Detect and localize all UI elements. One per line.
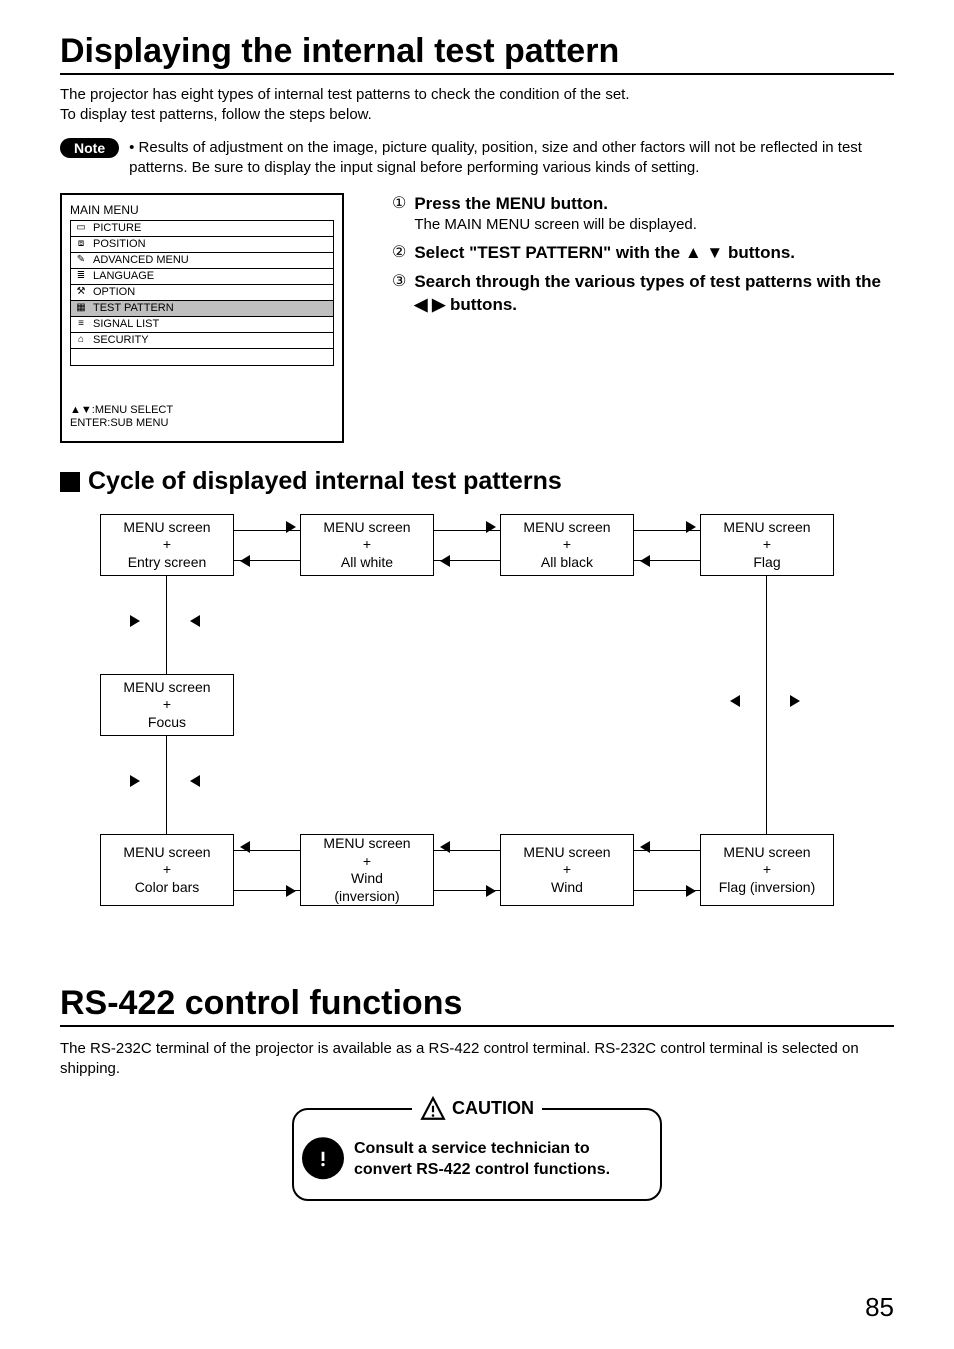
osd-item-position: ⧈ POSITION — [71, 237, 333, 253]
up-triangle-icon: ▲ — [685, 243, 702, 262]
osd-item-label: SECURITY — [93, 334, 149, 346]
caution-box: CAUTION Consult a service technician to … — [292, 1108, 662, 1201]
step-number-icon: ② — [392, 242, 406, 265]
right-arrow-icon — [686, 520, 696, 536]
right-arrow-icon — [130, 774, 140, 790]
cycle-cell-entry: MENU screen+Entry screen — [100, 514, 234, 576]
osd-menu-title: MAIN MENU — [70, 203, 334, 217]
osd-item-security: ⌂ SECURITY — [71, 333, 333, 349]
left-arrow-icon — [640, 554, 650, 570]
osd-menu-box: MAIN MENU ▭ PICTURE ⧈ POSITION ✎ ADVANCED M… — [60, 193, 344, 444]
note-label: Note — [60, 138, 119, 158]
caution-body-text: Consult a service technician to convert … — [354, 1140, 610, 1179]
osd-footer-1: ▲▼:MENU SELECT — [70, 404, 173, 416]
advanced-icon: ✎ — [75, 254, 87, 266]
caution-label: CAUTION — [412, 1096, 542, 1122]
left-arrow-icon — [190, 614, 200, 630]
left-arrow-icon — [440, 554, 450, 570]
cycle-cell-windinv: MENU screen+Wind(inversion) — [300, 834, 434, 906]
osd-menu-footer: ▲▼:MENU SELECT ENTER:SUB MENU — [70, 404, 334, 432]
left-arrow-icon — [730, 694, 740, 710]
osd-item-language: ≣ LANGUAGE — [71, 269, 333, 285]
right-arrow-icon — [130, 614, 140, 630]
page-title-1: Displaying the internal test pattern — [60, 32, 894, 75]
cycle-diagram: MENU screen+Entry screen MENU screen+All… — [100, 514, 860, 944]
security-icon: ⌂ — [75, 334, 87, 346]
step-1: ① Press the MENU button. The MAIN MENU s… — [392, 193, 894, 236]
left-arrow-icon — [640, 840, 650, 856]
step3-a: Search through the various types of test… — [414, 272, 881, 291]
h2-text: Cycle of displayed internal test pattern… — [88, 467, 562, 496]
step1-title: Press the MENU button. — [414, 194, 608, 213]
step1-sub: The MAIN MENU screen will be displayed. — [414, 215, 697, 235]
page-number: 85 — [865, 1292, 894, 1323]
square-bullet-icon — [60, 472, 80, 492]
caution-label-text: CAUTION — [452, 1096, 534, 1120]
left-arrow-icon — [240, 554, 250, 570]
rs-intro-text: The RS-232C terminal of the projector is… — [60, 1039, 894, 1080]
step-3: ③ Search through the various types of te… — [392, 271, 894, 317]
cycle-cell-flag: MENU screen+Flag — [700, 514, 834, 576]
intro-line1: The projector has eight types of interna… — [60, 86, 630, 103]
step2-a: Select "TEST PATTERN" with the — [414, 243, 685, 262]
step-number-icon: ③ — [392, 271, 406, 317]
cycle-cell-focus: MENU screen+Focus — [100, 674, 234, 736]
osd-item-label: TEST PATTERN — [93, 302, 174, 314]
steps-list: ① Press the MENU button. The MAIN MENU s… — [392, 193, 894, 323]
note-body: • Results of adjustment on the image, pi… — [129, 138, 894, 179]
position-icon: ⧈ — [75, 238, 87, 250]
exclamation-circle-icon — [302, 1137, 344, 1179]
left-arrow-icon — [440, 840, 450, 856]
osd-item-signallist: ≡ SIGNAL LIST — [71, 317, 333, 333]
right-arrow-icon — [486, 520, 496, 536]
osd-item-blank — [71, 349, 333, 365]
step-2: ② Select "TEST PATTERN" with the ▲ ▼ but… — [392, 242, 894, 265]
step2-b: buttons. — [728, 243, 795, 262]
osd-item-label: POSITION — [93, 238, 146, 250]
osd-footer-2: ENTER:SUB MENU — [70, 417, 168, 429]
osd-item-testpattern: ▦ TEST PATTERN — [71, 301, 333, 317]
cycle-cell-allblack: MENU screen+All black — [500, 514, 634, 576]
warning-triangle-icon — [420, 1096, 446, 1122]
picture-icon: ▭ — [75, 222, 87, 234]
right-arrow-icon — [686, 884, 696, 900]
left-arrow-icon — [240, 840, 250, 856]
osd-menu-list: ▭ PICTURE ⧈ POSITION ✎ ADVANCED MENU ≣ LANGU… — [70, 220, 334, 366]
language-icon: ≣ — [75, 270, 87, 282]
intro-line2: To display test patterns, follow the ste… — [60, 106, 372, 123]
intro-text: The projector has eight types of interna… — [60, 85, 894, 124]
osd-item-label: ADVANCED MENU — [93, 254, 189, 266]
section-heading-cycle: Cycle of displayed internal test pattern… — [60, 467, 894, 496]
cycle-cell-flaginv: MENU screen+Flag (inversion) — [700, 834, 834, 906]
cycle-cell-allwhite: MENU screen+All white — [300, 514, 434, 576]
step-number-icon: ① — [392, 193, 406, 236]
osd-item-label: OPTION — [93, 286, 135, 298]
left-triangle-icon: ◀ — [414, 295, 427, 314]
cycle-cell-wind: MENU screen+Wind — [500, 834, 634, 906]
right-arrow-icon — [486, 884, 496, 900]
option-icon: ⚒ — [75, 286, 87, 298]
step3-b: buttons. — [450, 295, 517, 314]
testpattern-icon: ▦ — [75, 302, 87, 314]
osd-item-label: LANGUAGE — [93, 270, 154, 282]
right-arrow-icon — [286, 520, 296, 536]
osd-item-picture: ▭ PICTURE — [71, 221, 333, 237]
note-row: Note • Results of adjustment on the imag… — [60, 138, 894, 179]
osd-item-advanced: ✎ ADVANCED MENU — [71, 253, 333, 269]
cycle-cell-colorbars: MENU screen+Color bars — [100, 834, 234, 906]
right-arrow-icon — [790, 694, 800, 710]
right-triangle-icon: ▶ — [432, 295, 445, 314]
right-arrow-icon — [286, 884, 296, 900]
osd-item-label: SIGNAL LIST — [93, 318, 159, 330]
osd-item-option: ⚒ OPTION — [71, 285, 333, 301]
down-triangle-icon: ▼ — [706, 243, 723, 262]
left-arrow-icon — [190, 774, 200, 790]
osd-item-label: PICTURE — [93, 222, 141, 234]
page-title-2: RS-422 control functions — [60, 984, 894, 1027]
signallist-icon: ≡ — [75, 318, 87, 330]
